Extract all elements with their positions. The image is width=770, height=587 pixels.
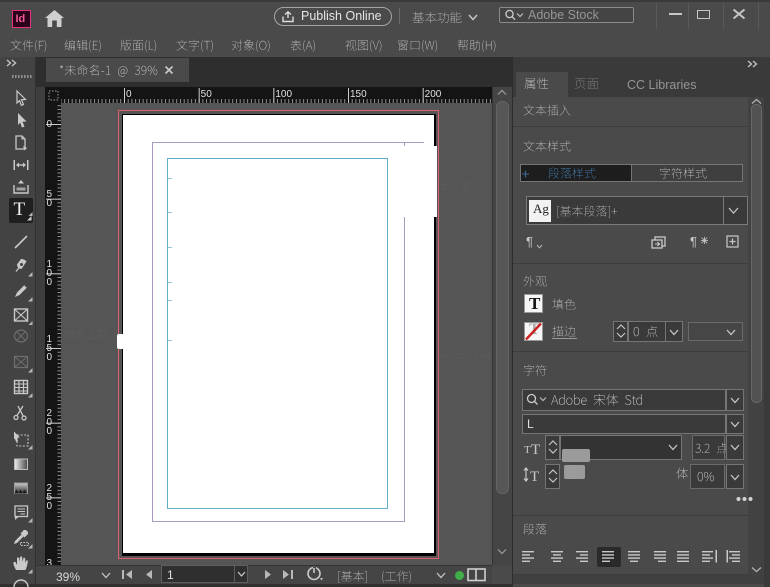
- svg-text:T: T: [530, 469, 539, 483]
- svg-text:T: T: [531, 442, 540, 455]
- svg-text:T: T: [524, 444, 531, 455]
